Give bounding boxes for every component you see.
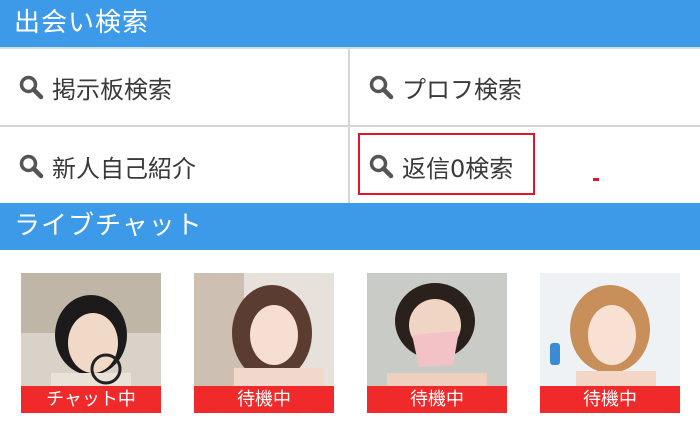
performer-card[interactable]: チャット中: [21, 273, 161, 413]
bulletin-board-search-label: 掲示板検索: [52, 75, 172, 104]
profile-search-label: プロフ検索: [402, 75, 522, 104]
performer-card[interactable]: 待機中: [194, 273, 334, 413]
bulletin-board-search-link[interactable]: 掲示板検索: [0, 49, 350, 127]
performer-list: チャット中 待機中 待機中 待機中: [0, 250, 700, 432]
search-icon: [19, 154, 44, 179]
performer-status-badge: 待機中: [540, 386, 680, 413]
performer-card[interactable]: 待機中: [540, 273, 680, 413]
search-icon: [19, 75, 44, 100]
performer-status-badge: 待機中: [367, 386, 507, 413]
profile-search-link[interactable]: プロフ検索: [350, 49, 700, 127]
performer-card[interactable]: 待機中: [367, 273, 507, 413]
search-icon: [369, 154, 394, 179]
annotation-dot: [593, 178, 599, 181]
live-chat-section-title: ライブチャット: [0, 203, 700, 250]
newcomer-intro-link[interactable]: 新人自己紹介: [0, 127, 350, 205]
newcomer-intro-label: 新人自己紹介: [52, 154, 196, 183]
zero-reply-search-link[interactable]: 返信0検索: [350, 127, 700, 205]
search-section-title: 出会い検索: [0, 0, 700, 47]
performer-status-badge: チャット中: [21, 386, 161, 413]
zero-reply-search-label: 返信0検索: [402, 154, 514, 183]
search-icon: [369, 75, 394, 100]
performer-status-badge: 待機中: [194, 386, 334, 413]
